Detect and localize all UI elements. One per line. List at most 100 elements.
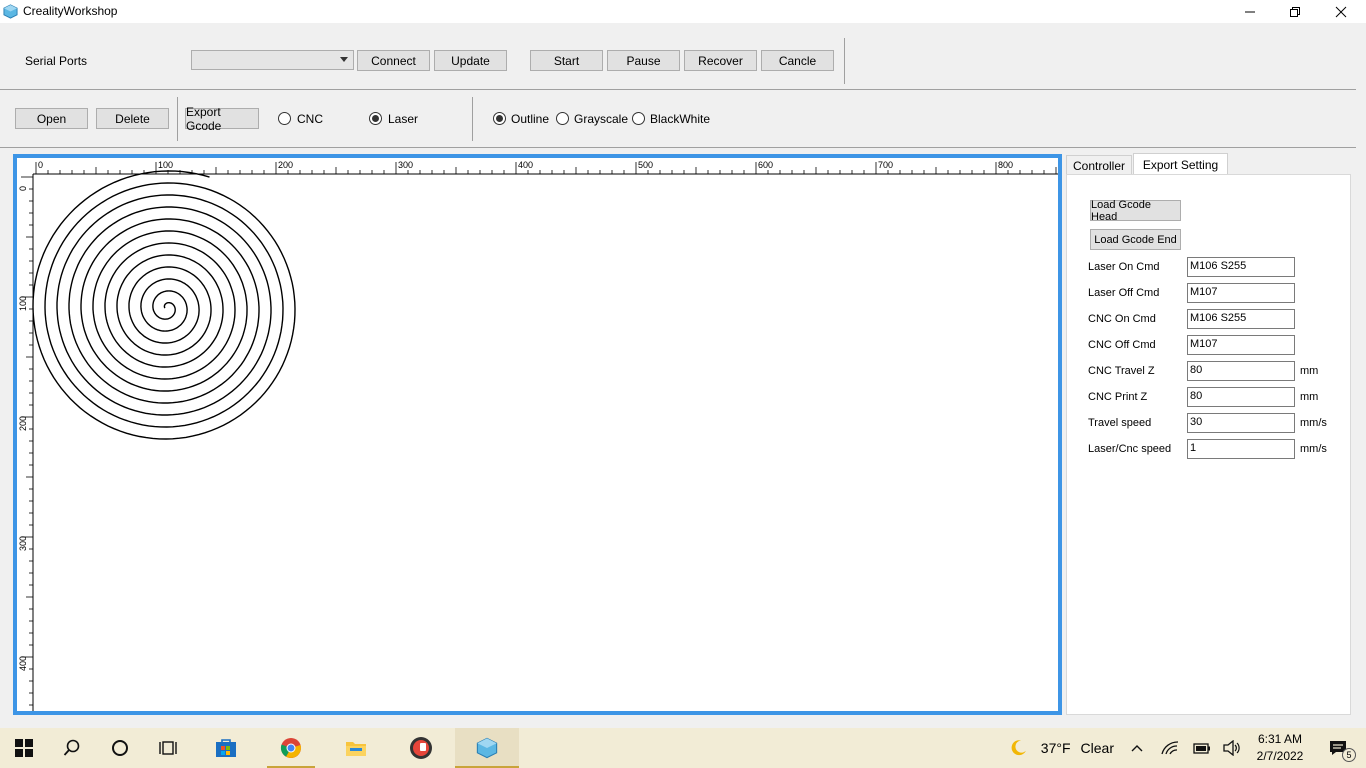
chrome-icon (280, 738, 301, 758)
weather-temp: 37°F (1040, 740, 1071, 756)
ruler-left: 0 100 200 300 400 (18, 174, 34, 711)
chevron-up-icon (1131, 745, 1143, 752)
field-label: CNC Print Z (1088, 391, 1148, 403)
search-button[interactable] (48, 728, 96, 768)
field-input[interactable]: 80 (1187, 387, 1295, 407)
recover-button[interactable]: Recover (684, 50, 757, 71)
search-icon (63, 739, 80, 756)
ruler-top-label: 300 (398, 160, 413, 170)
tab-controller[interactable]: Controller (1066, 155, 1132, 175)
minimize-button[interactable] (1227, 0, 1273, 23)
taskbar: 37°F Clear 6:31 AM 2/7/2022 5 (0, 728, 1366, 768)
ruler-left-label: 100 (18, 296, 28, 311)
moon-icon (1011, 740, 1026, 756)
volume-button[interactable] (1220, 728, 1244, 768)
export-gcode-button[interactable]: Export Gcode (185, 105, 259, 133)
field-unit: mm/s (1300, 417, 1327, 429)
field-label: Laser/Cnc speed (1088, 443, 1172, 455)
render-outline-radio[interactable] (493, 112, 506, 125)
battery-icon (1193, 743, 1210, 754)
serial-ports-dropdown[interactable] (191, 50, 354, 70)
mode-cnc-radio[interactable] (278, 112, 291, 125)
taskbar-store[interactable] (202, 728, 250, 768)
clock[interactable]: 6:31 AM 2/7/2022 (1250, 728, 1310, 768)
cortana-button[interactable] (96, 728, 144, 768)
weather-widget[interactable]: 37°F Clear (1010, 728, 1114, 768)
notification-center-button[interactable]: 5 (1318, 728, 1358, 768)
field-unit: mm (1300, 365, 1319, 377)
taskbar-file-explorer[interactable] (332, 728, 380, 768)
close-button[interactable] (1318, 0, 1364, 23)
taskbar-creality-workshop[interactable] (455, 728, 519, 768)
field-label: CNC On Cmd (1088, 313, 1156, 325)
toolbar-divider (844, 38, 845, 84)
wifi-icon (1161, 741, 1179, 755)
render-grayscale-radio[interactable] (556, 112, 569, 125)
show-hidden-icons-button[interactable] (1126, 728, 1148, 768)
ruler-top-label: 700 (878, 160, 893, 170)
ruler-left-label: 0 (18, 186, 28, 191)
spiral-shape[interactable] (32, 170, 296, 440)
ruler-top-label: 600 (758, 160, 773, 170)
serial-ports-label: Serial Ports (25, 54, 88, 68)
field-label: Travel speed (1088, 417, 1152, 429)
field-input[interactable]: M107 (1187, 283, 1295, 303)
ruler-left-label: 300 (18, 536, 28, 551)
field-unit: mm (1300, 391, 1319, 403)
speaker-icon (1223, 740, 1240, 756)
open-button[interactable]: Open (15, 108, 88, 129)
ruler-top-label: 0 (38, 160, 43, 170)
title-bar: CrealityWorkshop (0, 0, 1366, 23)
ruler-top-label: 200 (278, 160, 293, 170)
restore-button[interactable] (1272, 0, 1318, 23)
connect-button[interactable]: Connect (357, 50, 430, 71)
field-input[interactable]: 80 (1187, 361, 1295, 381)
field-input[interactable]: M107 (1187, 335, 1295, 355)
pause-button[interactable]: Pause (607, 50, 680, 71)
load-gcode-head-button[interactable]: Load Gcode Head (1090, 199, 1181, 223)
start-button[interactable]: Start (530, 50, 603, 71)
mode-laser-radio[interactable] (369, 112, 382, 125)
creality-app-icon (3, 4, 18, 19)
toolbar-divider (472, 97, 473, 141)
render-blackwhite-label: BlackWhite (650, 112, 711, 126)
load-gcode-end-button[interactable]: Load Gcode End (1090, 229, 1181, 250)
taskbar-app-red[interactable] (397, 728, 445, 768)
field-input[interactable]: M106 S255 (1187, 309, 1295, 329)
toolbar-divider (177, 97, 178, 141)
delete-button[interactable]: Delete (96, 108, 169, 129)
windows-icon (15, 739, 33, 757)
canvas-drawing[interactable]: 0 100 200 300 400 500 600 700 800 0 100 200 300 400 (17, 158, 1058, 711)
ruler-top-label: 100 (158, 160, 173, 170)
ruler-left-label: 400 (18, 656, 28, 671)
weather-condition: Clear (1080, 740, 1114, 756)
cancle-button[interactable]: Cancle (761, 50, 834, 71)
battery-button[interactable] (1190, 728, 1214, 768)
mode-laser-label: Laser (388, 112, 419, 126)
field-label: Laser On Cmd (1088, 261, 1160, 273)
field-label: Laser Off Cmd (1088, 287, 1160, 299)
field-label: CNC Off Cmd (1088, 339, 1156, 351)
chevron-down-icon (340, 57, 348, 62)
toolbar-divider (0, 147, 1356, 148)
folder-icon (346, 742, 366, 756)
work-canvas[interactable]: 0 100 200 300 400 500 600 700 800 0 100 200 300 400 (13, 154, 1062, 715)
network-button[interactable] (1158, 728, 1182, 768)
creality-icon (476, 737, 498, 759)
taskbar-chrome[interactable] (267, 728, 315, 768)
render-outline-label: Outline (511, 112, 550, 126)
field-input[interactable]: 1 (1187, 439, 1295, 459)
field-input[interactable]: M106 S255 (1187, 257, 1295, 277)
export-setting-panel: Load Gcode Head Load Gcode End Laser On … (1066, 174, 1351, 715)
field-input[interactable]: 30 (1187, 413, 1295, 433)
render-blackwhite-radio[interactable] (632, 112, 645, 125)
clock-date: 2/7/2022 (1256, 749, 1304, 763)
window-title: CrealityWorkshop (23, 4, 118, 18)
start-menu-button[interactable] (0, 728, 48, 768)
mode-cnc-label: CNC (297, 112, 323, 126)
ruler-left-label: 200 (18, 416, 28, 431)
task-view-icon (159, 741, 177, 755)
task-view-button[interactable] (144, 728, 192, 768)
update-button[interactable]: Update (434, 50, 507, 71)
tab-export-setting[interactable]: Export Setting (1133, 153, 1228, 175)
